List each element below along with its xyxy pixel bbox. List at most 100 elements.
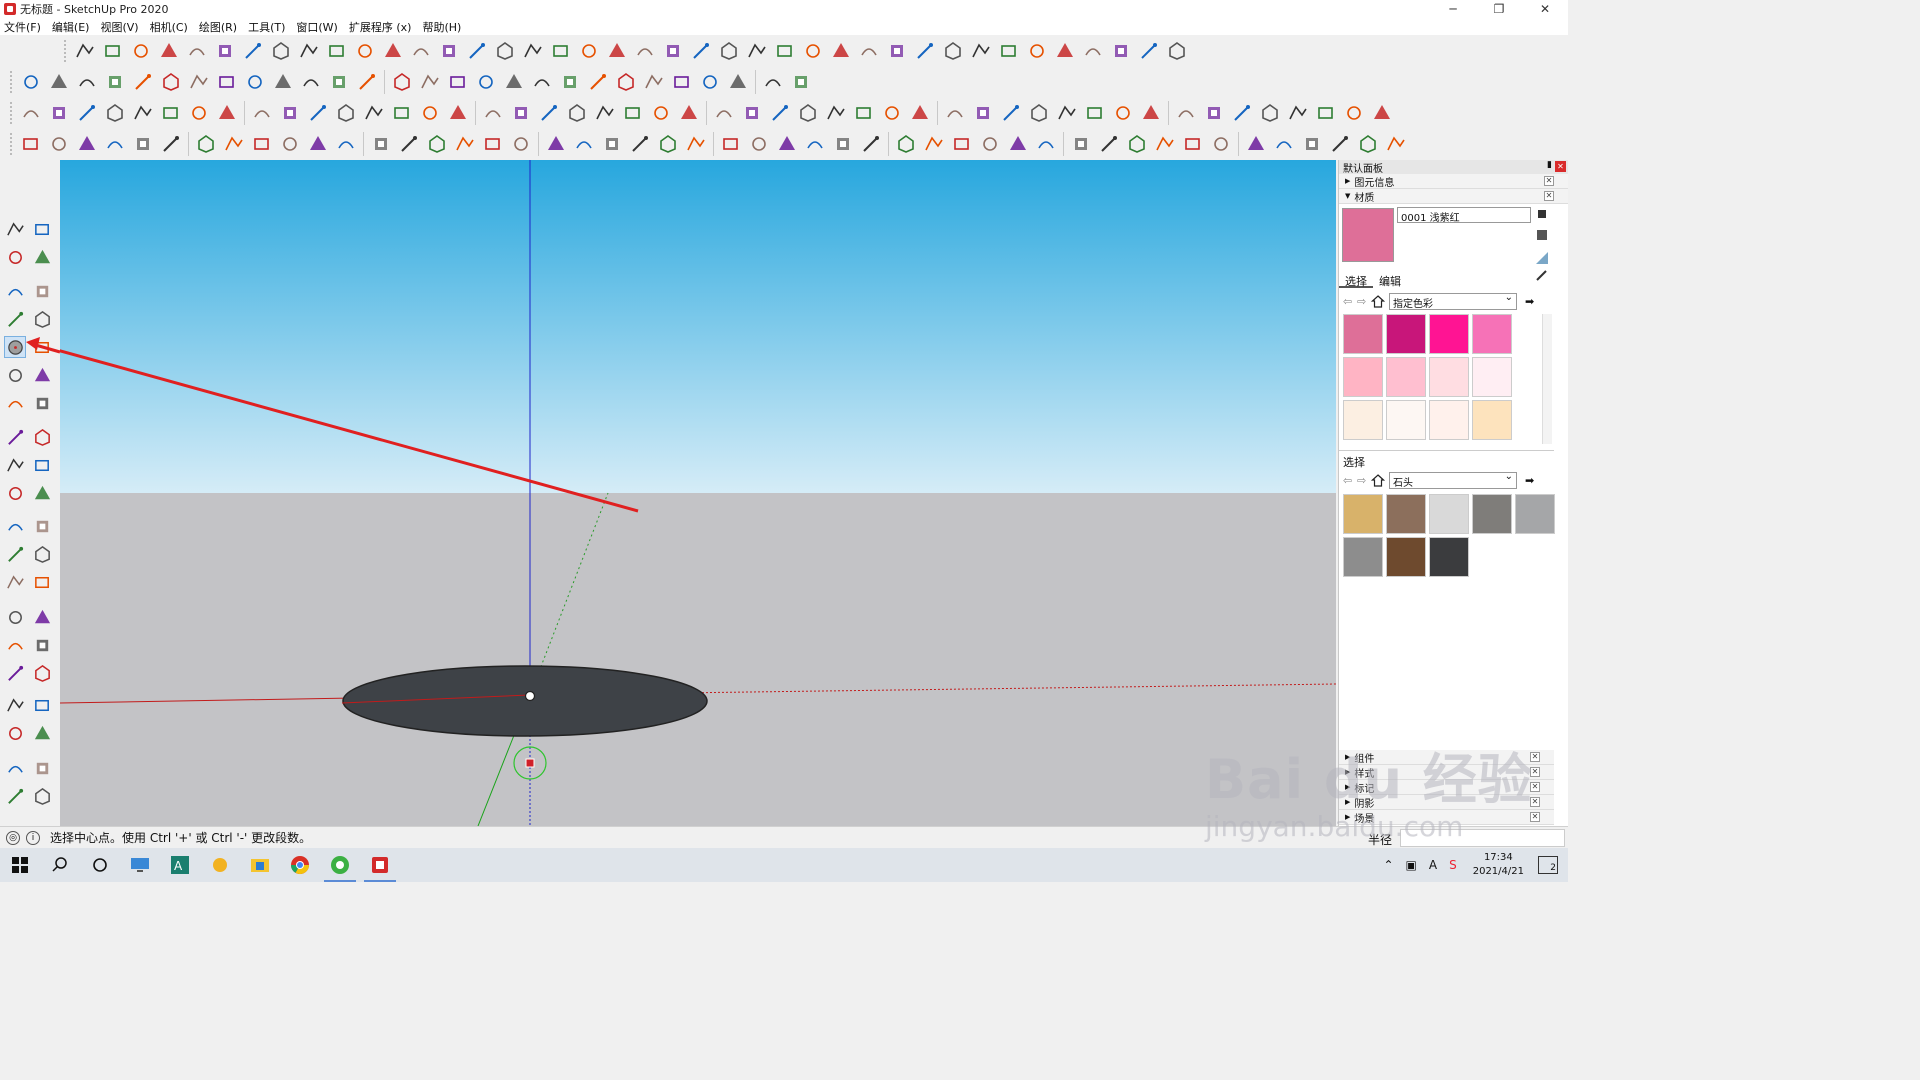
toolbar-tool-icon[interactable] [1300,132,1324,156]
toolbar-tool-icon[interactable] [103,70,127,94]
palette-tool-icon[interactable] [4,364,26,386]
toolbar-tool-icon[interactable] [684,132,708,156]
toolbar-tool-icon[interactable] [103,132,127,156]
toolbar-tool-icon[interactable] [1258,101,1282,125]
toolbar-tool-icon[interactable] [306,101,330,125]
toolbar-tool-icon[interactable] [103,101,127,125]
notification-icon[interactable]: 2 [1538,856,1558,874]
home-icon[interactable] [1371,473,1385,487]
toolbar-tool-icon[interactable] [530,70,554,94]
toolbar-tool-icon[interactable] [642,70,666,94]
taskbar-app-sketchup[interactable] [360,848,400,882]
toolbar-tool-icon[interactable] [997,39,1021,63]
toolbar-tool-icon[interactable] [481,101,505,125]
details-arrow-icon[interactable]: ➡ [1525,474,1534,487]
forward-icon[interactable]: ⇨ [1357,474,1371,487]
toolbar-tool-icon[interactable] [978,132,1002,156]
toolbar-tool-icon[interactable] [1097,132,1121,156]
toolbar-tool-icon[interactable] [1055,101,1079,125]
toolbar-tool-icon[interactable] [159,132,183,156]
toolbar-tool-icon[interactable] [1384,132,1408,156]
tray-chevron-icon[interactable]: ⌃ [1383,858,1393,872]
toolbar-tool-icon[interactable] [278,101,302,125]
palette-tool-icon[interactable] [4,757,26,779]
toolbar-tool-icon[interactable] [1244,132,1268,156]
menu-draw[interactable]: 绘图(R) [199,19,237,35]
toolbar-tool-icon[interactable] [75,132,99,156]
toolbar-tool-icon[interactable] [1328,132,1352,156]
toolbar-tool-icon[interactable] [250,132,274,156]
toolbar-tool-icon[interactable] [502,70,526,94]
toolbar-tool-icon[interactable] [446,101,470,125]
palette-tool-icon[interactable] [4,694,26,716]
palette-tool-icon[interactable] [31,571,53,593]
menu-camera[interactable]: 相机(C) [150,19,188,35]
toolbar-tool-icon[interactable] [409,39,433,63]
network-icon[interactable]: ▣ [1406,858,1417,872]
swatch-scrollbar[interactable] [1542,314,1552,444]
toolbar-tool-icon[interactable] [369,132,393,156]
toolbar-tool-icon[interactable] [773,39,797,63]
palette-tool-icon[interactable] [4,606,26,628]
material-preview[interactable] [1342,208,1394,262]
toolbar-tool-icon[interactable] [549,39,573,63]
color-swatch[interactable] [1386,357,1426,397]
palette-tool-icon[interactable] [31,543,53,565]
toolbar-tool-icon[interactable] [544,132,568,156]
toolbar-tool-icon[interactable] [600,132,624,156]
toolbar-tool-icon[interactable] [425,132,449,156]
toolbar-tool-icon[interactable] [271,70,295,94]
color-swatch[interactable] [1343,400,1383,440]
toolbar-tool-icon[interactable] [521,39,545,63]
toolbar-tool-icon[interactable] [481,132,505,156]
toolbar-tool-icon[interactable] [325,39,349,63]
toolbar-tool-icon[interactable] [75,70,99,94]
toolbar-tool-icon[interactable] [1174,101,1198,125]
toolbar-tool-icon[interactable] [1181,132,1205,156]
toolbar-tool-icon[interactable] [908,101,932,125]
toolbar-tool-icon[interactable] [157,39,181,63]
toolbar-tool-icon[interactable] [1356,132,1380,156]
palette-tool-icon[interactable] [4,482,26,504]
toolbar-tool-icon[interactable] [465,39,489,63]
color-swatch[interactable] [1343,357,1383,397]
geo-location-icon[interactable]: ◎ [6,830,20,845]
menu-view[interactable]: 视图(V) [100,19,138,35]
palette-tool-icon[interactable] [31,515,53,537]
toolbar-tool-icon[interactable] [586,70,610,94]
toolbar-tool-icon[interactable] [75,101,99,125]
toolbar-tool-icon[interactable] [1081,39,1105,63]
color-swatch[interactable] [1472,314,1512,354]
close-icon[interactable]: ✕ [1544,191,1554,201]
details-arrow-icon[interactable]: ➡ [1525,295,1534,308]
toolbar-tool-icon[interactable] [278,132,302,156]
collection-select-1[interactable]: 指定色彩 [1389,292,1517,310]
palette-tool-icon[interactable] [31,426,53,448]
toolbar-tool-icon[interactable] [950,132,974,156]
toolbar-tool-icon[interactable] [605,39,629,63]
toolbar-tool-icon[interactable] [747,132,771,156]
collection-select-2[interactable]: 石头 [1389,471,1517,489]
toolbar-tool-icon[interactable] [922,132,946,156]
toolbar-tool-icon[interactable] [446,70,470,94]
toolbar-tool-icon[interactable] [717,39,741,63]
toolbar-tool-icon[interactable] [1314,101,1338,125]
stone-swatch[interactable] [1343,494,1383,534]
toolbar-tool-icon[interactable] [1370,101,1394,125]
stone-swatch[interactable] [1386,494,1426,534]
material-side-icons[interactable] [1535,208,1549,268]
tab-edit[interactable]: 编辑 [1373,272,1407,288]
toolbar-tool-icon[interactable] [831,132,855,156]
toolbar-tool-icon[interactable] [1069,132,1093,156]
palette-tool-icon[interactable] [4,785,26,807]
menu-extensions[interactable]: 扩展程序 (x) [349,19,412,35]
toolbar-tool-icon[interactable] [381,39,405,63]
palette-tool-icon[interactable] [31,694,53,716]
back-icon[interactable]: ⇦ [1343,474,1357,487]
back-icon[interactable]: ⇦ [1343,295,1357,308]
toolbar-tool-icon[interactable] [437,39,461,63]
palette-tool-icon[interactable] [4,634,26,656]
toolbar-tool-icon[interactable] [159,70,183,94]
toolbar-tool-icon[interactable] [353,39,377,63]
toolbar-tool-icon[interactable] [101,39,125,63]
